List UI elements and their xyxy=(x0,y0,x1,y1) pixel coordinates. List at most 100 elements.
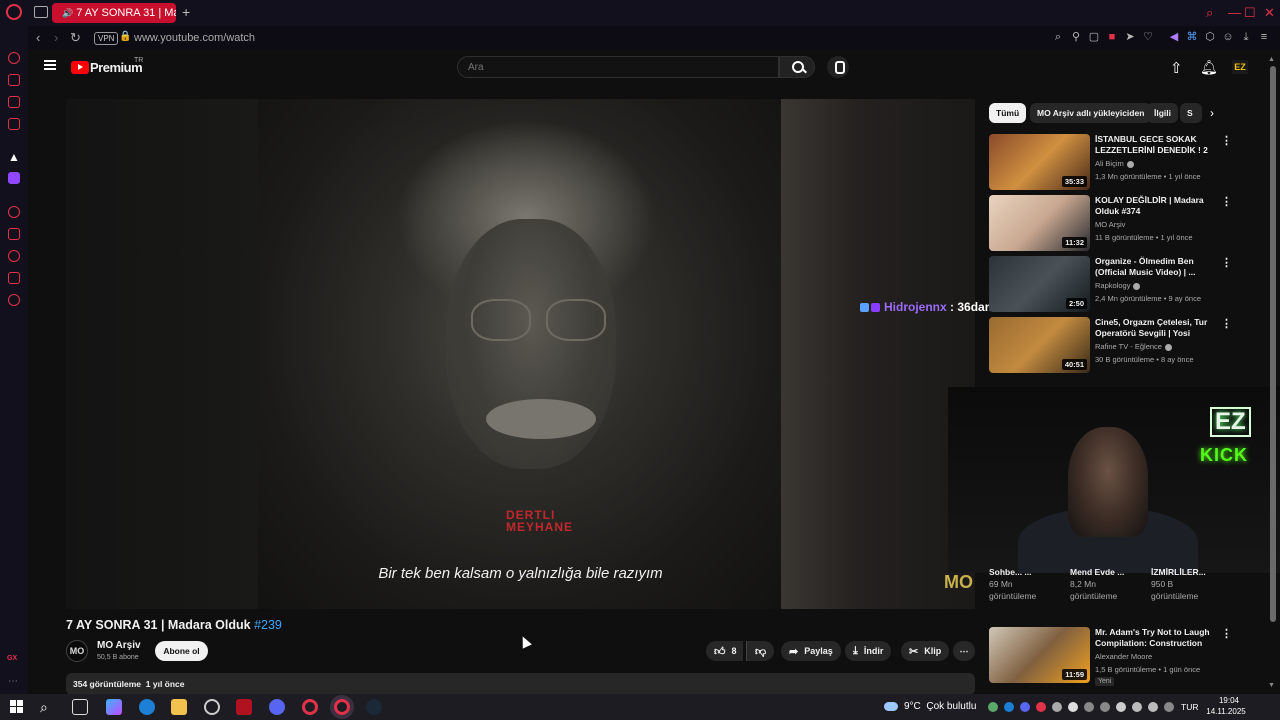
list-item[interactable]: 35:33 İSTANBUL GECE SOKAK LEZZETLERİNİ D… xyxy=(989,134,1234,190)
youtube-logo-icon[interactable] xyxy=(71,61,89,74)
account-icon[interactable]: ☺ xyxy=(1222,31,1234,43)
upload-icon[interactable]: ⇧ xyxy=(1170,59,1183,77)
show-hidden-icons-icon[interactable] xyxy=(1164,702,1174,712)
list-item[interactable]: 2:50 Organize - Ölmedim Ben (Official Mu… xyxy=(989,256,1234,312)
easy-setup-icon[interactable]: ≡ xyxy=(1258,31,1270,43)
language-indicator[interactable]: TUR xyxy=(1181,702,1198,712)
short-title[interactable]: Mend Evde ... xyxy=(1070,566,1146,578)
hamburger-menu-icon[interactable] xyxy=(44,60,56,70)
search-icon[interactable] xyxy=(779,56,815,78)
tab-islands-icon[interactable] xyxy=(34,6,48,18)
edge-icon[interactable] xyxy=(139,699,155,715)
twitch-icon[interactable] xyxy=(8,172,20,184)
aria-icon[interactable] xyxy=(8,52,20,64)
player-icon[interactable] xyxy=(8,206,20,218)
zoom-icon[interactable]: ⌕ xyxy=(1052,31,1064,43)
tray-bluetooth-icon[interactable] xyxy=(1068,702,1078,712)
short-title[interactable]: İZMİRLİLER... xyxy=(1151,566,1227,578)
lock-icon[interactable]: 🔒 xyxy=(119,31,131,42)
video-title[interactable]: Cine5, Orgazm Çetelesi, Tur Operatörü Se… xyxy=(1095,317,1213,340)
channel-name[interactable]: Alexander Moore xyxy=(1095,652,1152,661)
download-button[interactable]: ⤓ İndir xyxy=(845,641,892,661)
video-title[interactable]: İSTANBUL GECE SOKAK LEZZETLERİNİ DENEDİK… xyxy=(1095,134,1213,157)
account-avatar[interactable]: EZ xyxy=(1232,60,1248,74)
more-icon[interactable]: ⋮ xyxy=(1221,195,1232,208)
short-title[interactable]: Sohbe... ... xyxy=(989,566,1065,578)
streaming-app-icon[interactable] xyxy=(236,699,252,715)
heart-icon[interactable]: ♡ xyxy=(1142,31,1154,43)
downloads-icon[interactable]: ⤓ xyxy=(1240,31,1252,43)
gx-icon[interactable]: GX xyxy=(7,655,17,662)
file-explorer-icon[interactable] xyxy=(171,699,187,715)
opera-logo-icon[interactable] xyxy=(6,4,22,20)
tray-discord-icon[interactable] xyxy=(1020,702,1030,712)
share-button[interactable]: ➦ Paylaş xyxy=(781,641,841,661)
pin-icon[interactable]: ⚲ xyxy=(1070,31,1082,43)
opera-gx-taskbar-icon[interactable] xyxy=(334,699,350,715)
windows-icon[interactable] xyxy=(10,700,23,713)
weather-widget[interactable]: 9°C Çok bulutlu xyxy=(884,701,976,712)
taskbar-search-icon[interactable]: ⌕ xyxy=(40,699,48,716)
volume-icon[interactable] xyxy=(1148,702,1158,712)
short-item[interactable]: İZMİRLİLER... 950 B görüntüleme xyxy=(1151,566,1227,602)
thumbnail[interactable]: 2:50 xyxy=(989,256,1090,312)
tray-app-icon[interactable] xyxy=(988,702,998,712)
short-item[interactable]: Mend Evde ... 8,2 Mn görüntüleme xyxy=(1070,566,1146,602)
more-icon[interactable]: ⋮ xyxy=(1221,134,1232,147)
extensions-icon[interactable]: ⬡ xyxy=(1204,31,1216,43)
more-icon[interactable]: ⋮ xyxy=(1221,317,1232,330)
channel-avatar[interactable]: MO xyxy=(66,640,88,662)
sidebar-more-icon[interactable]: ⋯ xyxy=(8,676,18,687)
back-button[interactable]: ‹ xyxy=(36,30,40,45)
instagram-icon[interactable] xyxy=(8,118,20,130)
video-title[interactable]: KOLAY DEĞİLDİR | Madara Olduk #374 xyxy=(1095,195,1213,217)
channel-name[interactable]: MO Arşiv xyxy=(97,640,141,651)
bag-icon[interactable] xyxy=(8,74,20,86)
channel-name[interactable]: Rafine TV - Eğlence xyxy=(1095,342,1172,351)
new-tab-button[interactable]: + xyxy=(182,4,190,20)
snapshot-sidebar-icon[interactable] xyxy=(8,272,20,284)
tray-app2-icon[interactable] xyxy=(1052,702,1062,712)
clock-date[interactable]: 14.11.2025 xyxy=(1204,707,1248,716)
clock-time[interactable]: 19:04 xyxy=(1210,696,1248,705)
tray-app4-icon[interactable] xyxy=(1100,702,1110,712)
chip-related[interactable]: İlgili xyxy=(1147,103,1178,123)
microphone-icon[interactable] xyxy=(1116,702,1126,712)
chip-partial[interactable]: S xyxy=(1180,103,1202,123)
search-input[interactable] xyxy=(457,56,779,78)
like-button[interactable]: 👍︎ 8 xyxy=(706,641,743,661)
forward-button[interactable]: › xyxy=(54,30,58,45)
history-icon[interactable] xyxy=(8,250,20,262)
snapshot-icon[interactable]: ▢ xyxy=(1088,31,1100,43)
list-item[interactable]: 40:51 Cine5, Orgazm Çetelesi, Tur Operat… xyxy=(989,317,1234,373)
search-tabs-icon[interactable]: ⌕ xyxy=(1206,5,1213,21)
reload-button[interactable]: ↻ xyxy=(70,30,81,46)
url-field[interactable]: www.youtube.com/watch xyxy=(134,32,255,44)
opera-taskbar-icon[interactable] xyxy=(302,699,318,715)
steam-icon[interactable] xyxy=(366,699,382,715)
pocket-icon[interactable]: ■ xyxy=(1106,31,1118,43)
minimize-window-button[interactable]: — xyxy=(1228,5,1241,20)
video-player[interactable]: DERTLI MEYHANE Bir tek ben kalsam o yaln… xyxy=(66,99,975,609)
thumbnail[interactable]: 40:51 xyxy=(989,317,1090,373)
thumbnail[interactable]: 11:59 xyxy=(989,627,1090,683)
aria-ai-icon[interactable]: ▲ xyxy=(8,150,20,164)
audio-icon[interactable]: ◀ xyxy=(1168,31,1180,43)
tray-app3-icon[interactable] xyxy=(1084,702,1094,712)
settings-icon[interactable] xyxy=(8,294,20,306)
bell-icon[interactable]: 🔔︎ xyxy=(1200,59,1218,76)
hashtag-link[interactable]: #239 xyxy=(254,618,282,632)
vpn-badge[interactable]: VPN xyxy=(94,32,119,45)
obs-icon[interactable] xyxy=(204,699,220,715)
video-title[interactable]: Organize - Ölmedim Ben (Official Music V… xyxy=(1095,256,1213,278)
list-item[interactable]: 11:32 KOLAY DEĞİLDİR | Madara Olduk #374… xyxy=(989,195,1234,251)
page-scrollbar[interactable] xyxy=(1270,66,1276,622)
task-view-icon[interactable] xyxy=(72,699,88,715)
video-title[interactable]: Mr. Adam's Try Not to Laugh Compilation:… xyxy=(1095,627,1213,650)
thumbnail[interactable]: 11:32 xyxy=(989,195,1090,251)
dislike-button[interactable]: 👎︎ xyxy=(746,641,775,661)
maximize-window-button[interactable]: ☐ xyxy=(1244,5,1256,21)
subscribe-button[interactable]: Abone ol xyxy=(155,641,208,661)
network-icon[interactable] xyxy=(1132,702,1142,712)
translate-icon[interactable]: ⌘ xyxy=(1186,31,1198,43)
